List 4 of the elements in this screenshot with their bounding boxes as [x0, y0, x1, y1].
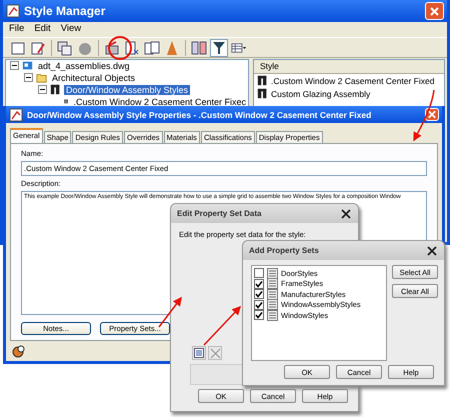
window-title: Style Manager: [24, 4, 106, 18]
window-title: Door/Window Assembly Style Properties - .Custom Window 2 Casement Center Fixed: [27, 110, 372, 120]
window-title: Edit Property Set Data: [177, 209, 262, 218]
window-title: Add Property Sets: [249, 246, 320, 255]
